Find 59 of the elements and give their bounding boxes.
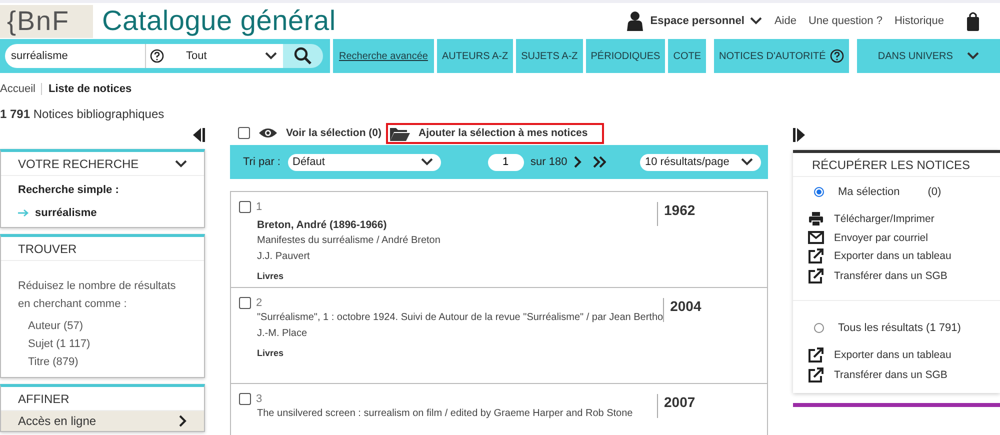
export-action[interactable]: Transférer dans un SGB [834, 369, 948, 381]
add-selection-button[interactable]: Ajouter la sélection à mes notices [386, 122, 604, 144]
header-link[interactable]: Aide [774, 15, 796, 27]
facet-item[interactable]: Accès en ligne [1, 411, 204, 431]
search-field[interactable]: surréalisme [5, 44, 145, 68]
radio-label[interactable]: Tous les résultats (1 791) [838, 322, 961, 334]
export-action[interactable]: Télécharger/Imprimer [834, 213, 934, 225]
result-count: 1 791 Notices bibliographiques [0, 106, 166, 123]
panel-title: AFFINER [18, 392, 70, 406]
header-link[interactable]: Historique [894, 15, 944, 27]
breadcrumb-item[interactable]: Accueil [0, 83, 36, 95]
result-title[interactable]: The unsilvered screen : surrealism on film / edited by Graeme Harper and Rob Stone [239, 406, 657, 422]
result-publisher: J.-M. Place [256, 327, 308, 341]
export-action[interactable]: Transférer dans un SGB [834, 270, 948, 282]
nav-tab[interactable]: COTE [668, 39, 706, 73]
nav-tab[interactable]: SUJETS A-Z [516, 39, 583, 73]
result-year: 2004 [663, 298, 759, 322]
sort-label: Tri par : [243, 156, 280, 168]
result-type: Livres [256, 348, 285, 358]
logo[interactable]: {BnF [0, 4, 93, 38]
header-link[interactable]: Une question ? [808, 15, 882, 27]
find-description: Réduisez le nombre de résultats en cherchant comme : [18, 279, 177, 312]
nav-dropdown[interactable]: DANS UNIVERS [856, 39, 1000, 73]
result-title[interactable]: "Surréalisme", 1 : octobre 1924. Suivi de Autour de la revue "Surréalisme" / par Jean Bertho [239, 310, 664, 326]
result-number: 3 [256, 393, 262, 405]
search-term: surréalisme [35, 207, 97, 219]
selection-count: (0) [928, 186, 942, 198]
breadcrumb-item[interactable]: Liste de notices [48, 83, 132, 95]
result-year: 1962 [657, 202, 759, 226]
view-selection-link[interactable]: Voir la sélection (0) [286, 127, 382, 139]
export-action[interactable]: Exporter dans un tableau [834, 349, 952, 361]
export-action[interactable]: Envoyer par courriel [834, 232, 928, 244]
nav-link[interactable]: Recherche avancée [333, 39, 434, 73]
result-number: 1 [256, 201, 262, 213]
radio-label[interactable]: Ma sélection [838, 186, 900, 198]
panel-title: RÉCUPÉRER LES NOTICES [793, 153, 1000, 177]
page-field[interactable]: 1 [488, 154, 524, 170]
search-type: Recherche simple : [18, 184, 120, 196]
nav-tab[interactable]: NOTICES D'AUTORITÉ [714, 39, 849, 73]
nav-tab[interactable]: PÉRIODIQUES [586, 39, 666, 73]
result-author[interactable]: Breton, André (1896-1966) [239, 218, 657, 233]
result-title[interactable]: Manifestes du surréalisme / André Breton [239, 233, 657, 249]
result-publisher: J.J. Pauvert [256, 250, 311, 264]
user-menu[interactable]: Espace personnel [650, 15, 744, 27]
panel-title: VOTRE RECHERCHE [18, 156, 139, 170]
scope-dropdown[interactable]: Tout [145, 44, 284, 68]
result-number: 2 [256, 297, 262, 309]
find-option[interactable]: Titre (879) [18, 355, 187, 369]
site-title: Catalogue général [102, 5, 336, 37]
per-page-dropdown[interactable]: 10 résultats/page [640, 154, 761, 170]
page-total: sur 180 [530, 156, 568, 168]
sort-dropdown[interactable]: Défaut [288, 154, 440, 170]
find-option[interactable]: Sujet (1 117) [18, 337, 187, 351]
result-year: 2007 [657, 394, 759, 418]
export-action[interactable]: Exporter dans un tableau [834, 250, 952, 262]
panel-title: TROUVER [18, 242, 77, 256]
find-option[interactable]: Auteur (57) [18, 319, 187, 333]
result-type: Livres [256, 271, 285, 281]
nav-tab[interactable]: AUTEURS A-Z [436, 39, 514, 73]
